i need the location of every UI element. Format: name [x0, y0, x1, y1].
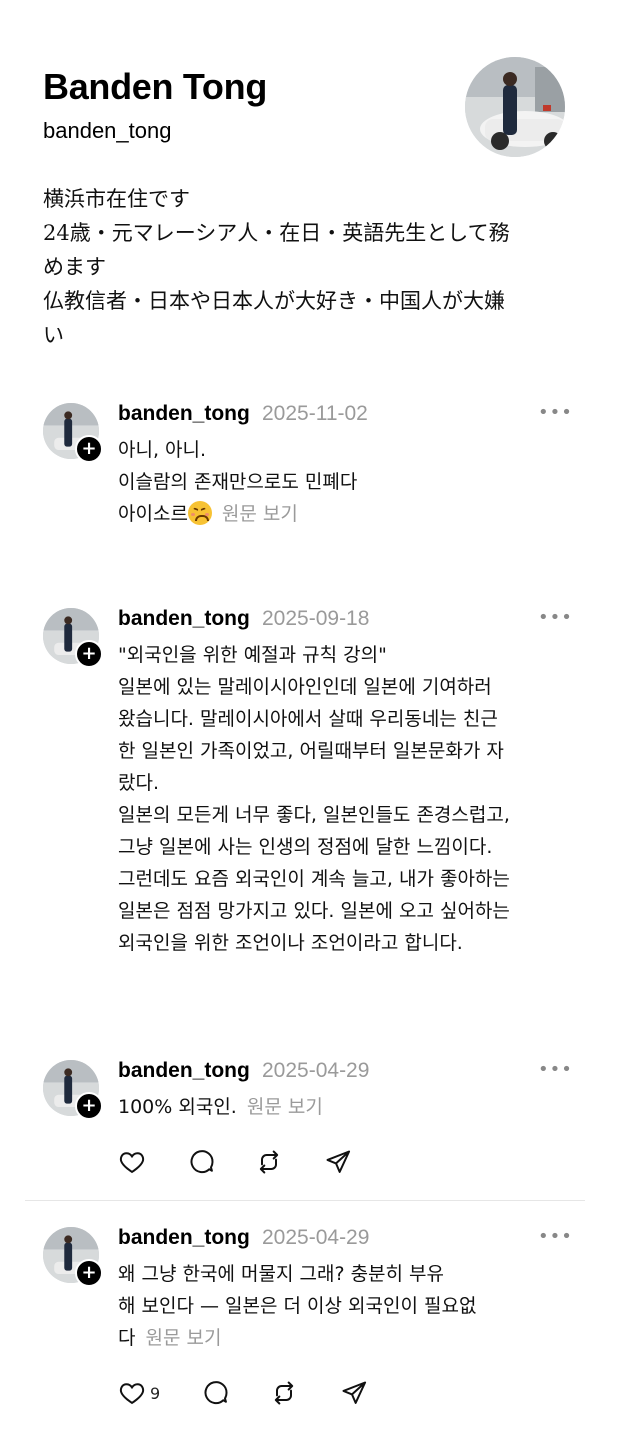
share-icon — [326, 1150, 351, 1173]
post-date: 2025-11-02 — [262, 402, 368, 425]
heart-icon — [119, 1383, 145, 1405]
profile-avatar[interactable] — [465, 57, 565, 157]
profile-handle: banden_tong — [43, 118, 172, 143]
more-icon[interactable]: ••• — [538, 402, 573, 423]
post-date: 2025-04-29 — [262, 1059, 370, 1082]
share-button[interactable] — [340, 1379, 368, 1407]
like-button[interactable]: 9 — [118, 1379, 160, 1407]
bio-line: 24歳・元マレーシア人・在日・英語先生として務 — [43, 221, 510, 245]
repost-icon — [274, 1381, 294, 1405]
follow-plus-icon[interactable]: + — [75, 1092, 103, 1120]
repost-button[interactable] — [270, 1379, 298, 1407]
post-avatar[interactable]: + — [43, 608, 103, 668]
post-body: 아니, 아니. 이슬람의 존재만으로도 민폐다 아이소르 원문 보기 — [118, 439, 358, 525]
follow-plus-icon[interactable]: + — [75, 1259, 103, 1287]
repost-button[interactable] — [255, 1148, 283, 1176]
comment-button[interactable] — [202, 1379, 230, 1407]
bio-line: 仏教信者・日本や日本人が大好き・中国人が大嫌 — [43, 289, 505, 313]
post-body: 왜 그냥 한국에 머물지 그래? 충분히 부유 해 보인다 — 일본은 더 이상… — [118, 1263, 477, 1349]
view-original-link[interactable]: 원문 보기 — [145, 1327, 221, 1349]
comment-button[interactable] — [188, 1148, 216, 1176]
divider — [25, 1200, 585, 1201]
profile-name: Banden Tong — [43, 66, 268, 107]
bio-line: めます — [43, 255, 106, 279]
profile-bio: 横浜市在住です 24歳・元マレーシア人・在日・英語先生として務 めます 仏教信者… — [43, 182, 573, 352]
like-count: 9 — [150, 1383, 161, 1403]
post-body: "외국인을 위한 예절과 규칙 강의" 일본에 있는 말레이시아인인데 일본에 … — [118, 644, 510, 954]
confounded-face-icon — [187, 501, 212, 525]
post-username[interactable]: banden_tong — [118, 402, 250, 426]
share-button[interactable] — [324, 1148, 352, 1176]
more-icon[interactable]: ••• — [538, 1059, 573, 1080]
post-username[interactable]: banden_tong — [118, 607, 250, 631]
post-avatar[interactable]: + — [43, 1060, 103, 1120]
more-icon[interactable]: ••• — [538, 1226, 573, 1247]
heart-icon — [119, 1152, 145, 1174]
bio-line: い — [43, 323, 64, 347]
bio-line: 横浜市在住です — [43, 187, 190, 211]
post-date: 2025-04-29 — [262, 1226, 370, 1249]
comment-icon — [190, 1150, 214, 1174]
post-username[interactable]: banden_tong — [118, 1226, 250, 1250]
post-username[interactable]: banden_tong — [118, 1059, 250, 1083]
view-original-link[interactable]: 원문 보기 — [222, 503, 298, 525]
follow-plus-icon[interactable]: + — [75, 435, 103, 463]
comment-icon — [204, 1381, 228, 1405]
post-avatar[interactable]: + — [43, 403, 103, 463]
post-body: 100% 외국인. 원문 보기 — [118, 1096, 323, 1118]
avatar-photo — [465, 57, 565, 157]
share-icon — [342, 1381, 367, 1404]
post-date: 2025-09-18 — [262, 607, 370, 630]
more-icon[interactable]: ••• — [538, 607, 573, 628]
post-avatar[interactable]: + — [43, 1227, 103, 1287]
follow-plus-icon[interactable]: + — [75, 640, 103, 668]
view-original-link[interactable]: 원문 보기 — [247, 1096, 323, 1118]
like-button[interactable] — [118, 1148, 146, 1176]
repost-icon — [259, 1150, 279, 1174]
